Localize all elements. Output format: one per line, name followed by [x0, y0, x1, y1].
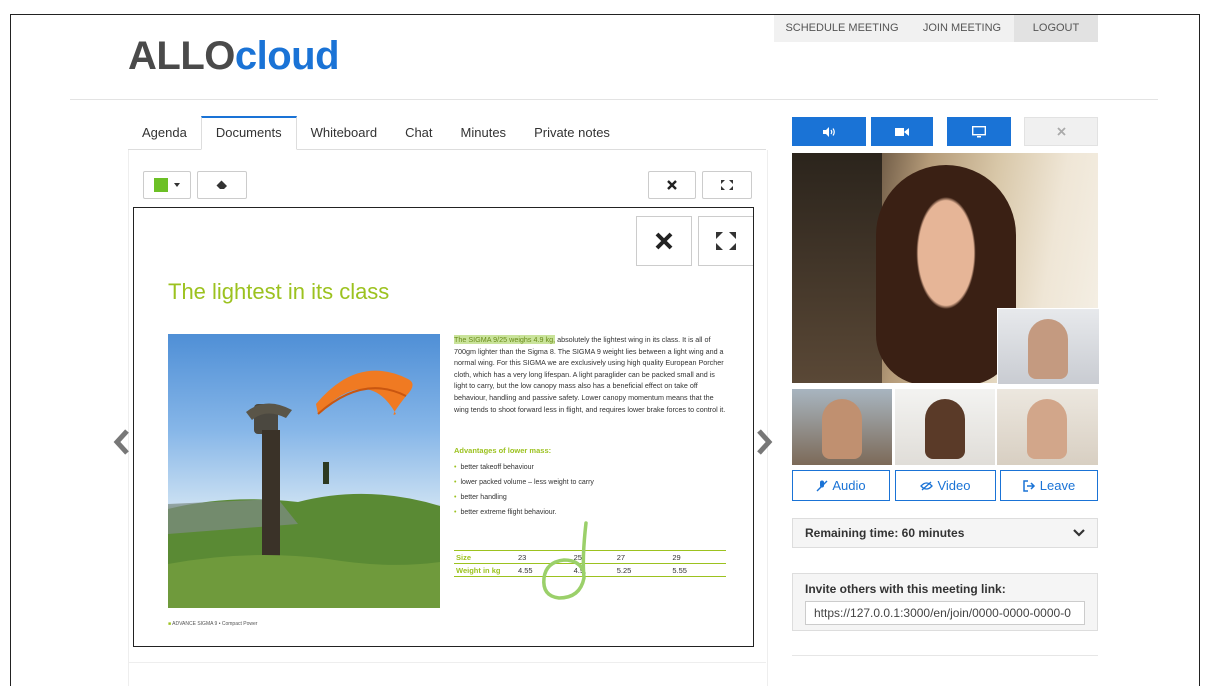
mic-muted-icon	[816, 480, 828, 491]
tab-documents[interactable]: Documents	[200, 116, 297, 150]
end-media-button[interactable]	[1024, 117, 1098, 146]
mic-toggle-button[interactable]	[792, 117, 866, 146]
participant-avatar	[1027, 399, 1067, 459]
audio-button-label: Audio	[832, 478, 866, 493]
sidebar-divider	[792, 655, 1098, 656]
viewer-close-button[interactable]	[636, 216, 692, 266]
tab-agenda[interactable]: Agenda	[128, 116, 201, 148]
join-meeting-link[interactable]: JOIN MEETING	[910, 15, 1014, 42]
tab-chat[interactable]: Chat	[391, 116, 446, 148]
participant-face	[876, 165, 1016, 383]
document-viewer[interactable]: The lightest in its class The SIGMA 9/25…	[133, 207, 754, 647]
close-icon	[655, 232, 673, 250]
camera-icon	[895, 127, 909, 136]
viewer-fullscreen-button[interactable]	[698, 216, 753, 266]
tab-minutes[interactable]: Minutes	[447, 116, 521, 148]
tab-whiteboard[interactable]: Whiteboard	[297, 116, 391, 148]
leave-button-label: Leave	[1039, 478, 1076, 493]
close-icon	[1056, 127, 1066, 136]
prev-page-arrow[interactable]	[113, 428, 131, 463]
camera-toggle-button[interactable]	[871, 117, 941, 146]
document-paragraph: The SIGMA 9/25 weighs 4.9 kg, absolutely…	[454, 334, 730, 415]
paraglider-illustration	[168, 370, 440, 608]
tab-private-notes[interactable]: Private notes	[520, 116, 624, 148]
document-caption: ADVANCE SIGMA 9 • Compact Power	[168, 621, 257, 627]
top-nav: SCHEDULE MEETING JOIN MEETING LOGOUT	[774, 15, 1098, 42]
chevron-right-icon	[757, 429, 773, 455]
ink-annotation	[542, 521, 588, 600]
participant-thumb-1[interactable]	[792, 389, 892, 465]
chevron-left-icon	[113, 429, 129, 455]
tab-bar: Agenda Documents Whiteboard Chat Minutes…	[128, 116, 766, 150]
leave-button[interactable]: Leave	[1000, 470, 1098, 501]
document-title: The lightest in its class	[168, 279, 390, 304]
spec-cell: 5.55	[670, 563, 726, 577]
next-page-arrow[interactable]	[755, 428, 773, 463]
self-view-video[interactable]	[997, 308, 1099, 384]
fullscreen-icon	[716, 232, 736, 250]
background-wall	[792, 153, 882, 383]
color-swatch	[154, 178, 168, 192]
invite-label: Invite others with this meeting link:	[805, 582, 1006, 596]
panel-bottom-divider	[128, 662, 766, 663]
brand-logo-part2: cloud	[234, 34, 340, 78]
invite-panel: Invite others with this meeting link:	[792, 573, 1098, 631]
schedule-meeting-link[interactable]: SCHEDULE MEETING	[774, 15, 910, 42]
participant-avatar	[822, 399, 862, 459]
list-item: better takeoff behaviour	[454, 460, 594, 475]
remaining-time-toggle[interactable]: Remaining time: 60 minutes	[792, 518, 1098, 548]
screen-share-button[interactable]	[947, 117, 1019, 146]
caret-down-icon	[174, 183, 180, 187]
list-item: lower packed volume – less weight to car…	[454, 475, 593, 490]
audio-button[interactable]: Audio	[792, 470, 890, 501]
paraglider-photo	[168, 334, 440, 608]
toolbar-fullscreen-button[interactable]	[702, 171, 752, 199]
highlighted-text: The SIGMA 9/25 weighs 4.9 kg,	[454, 335, 556, 344]
advantages-list: better takeoff behaviour lower packed vo…	[454, 460, 594, 520]
participant-thumb-2[interactable]	[895, 389, 995, 465]
eraser-icon	[216, 180, 227, 189]
list-item: better handling	[454, 490, 594, 505]
remaining-time-label: Remaining time: 60 minutes	[805, 526, 965, 540]
fullscreen-icon	[721, 180, 733, 190]
logout-link[interactable]: LOGOUT	[1014, 15, 1098, 42]
toolbar-close-button[interactable]	[648, 171, 696, 199]
monitor-icon	[972, 125, 986, 137]
video-button-label: Video	[937, 478, 971, 493]
participant-avatar	[925, 399, 965, 459]
header-divider	[70, 99, 1158, 100]
close-icon	[667, 180, 677, 190]
participant-thumb-3[interactable]	[997, 389, 1098, 465]
advantages-heading: Advantages of lower mass:	[454, 446, 552, 455]
spec-cell: 29	[670, 550, 726, 564]
sign-out-icon	[1023, 479, 1035, 492]
eye-slash-icon	[920, 481, 934, 490]
spec-cell: 27	[614, 550, 671, 564]
spec-label: Weight in kg	[454, 563, 516, 577]
video-button[interactable]: Video	[895, 470, 996, 501]
pen-color-dropdown[interactable]	[143, 171, 191, 199]
spec-cell: 5.25	[614, 563, 671, 577]
brand-logo[interactable]: ALLOcloud	[128, 34, 340, 78]
brand-logo-part1: ALLO	[128, 34, 235, 78]
spec-label: Size	[454, 550, 516, 564]
self-view-avatar	[1028, 319, 1068, 379]
eraser-button[interactable]	[197, 171, 247, 199]
paragraph-text: absolutely the lightest wing in its clas…	[454, 335, 726, 414]
speaker-icon	[823, 126, 835, 137]
meeting-link-input[interactable]	[805, 601, 1085, 625]
chevron-down-icon	[1073, 529, 1085, 537]
